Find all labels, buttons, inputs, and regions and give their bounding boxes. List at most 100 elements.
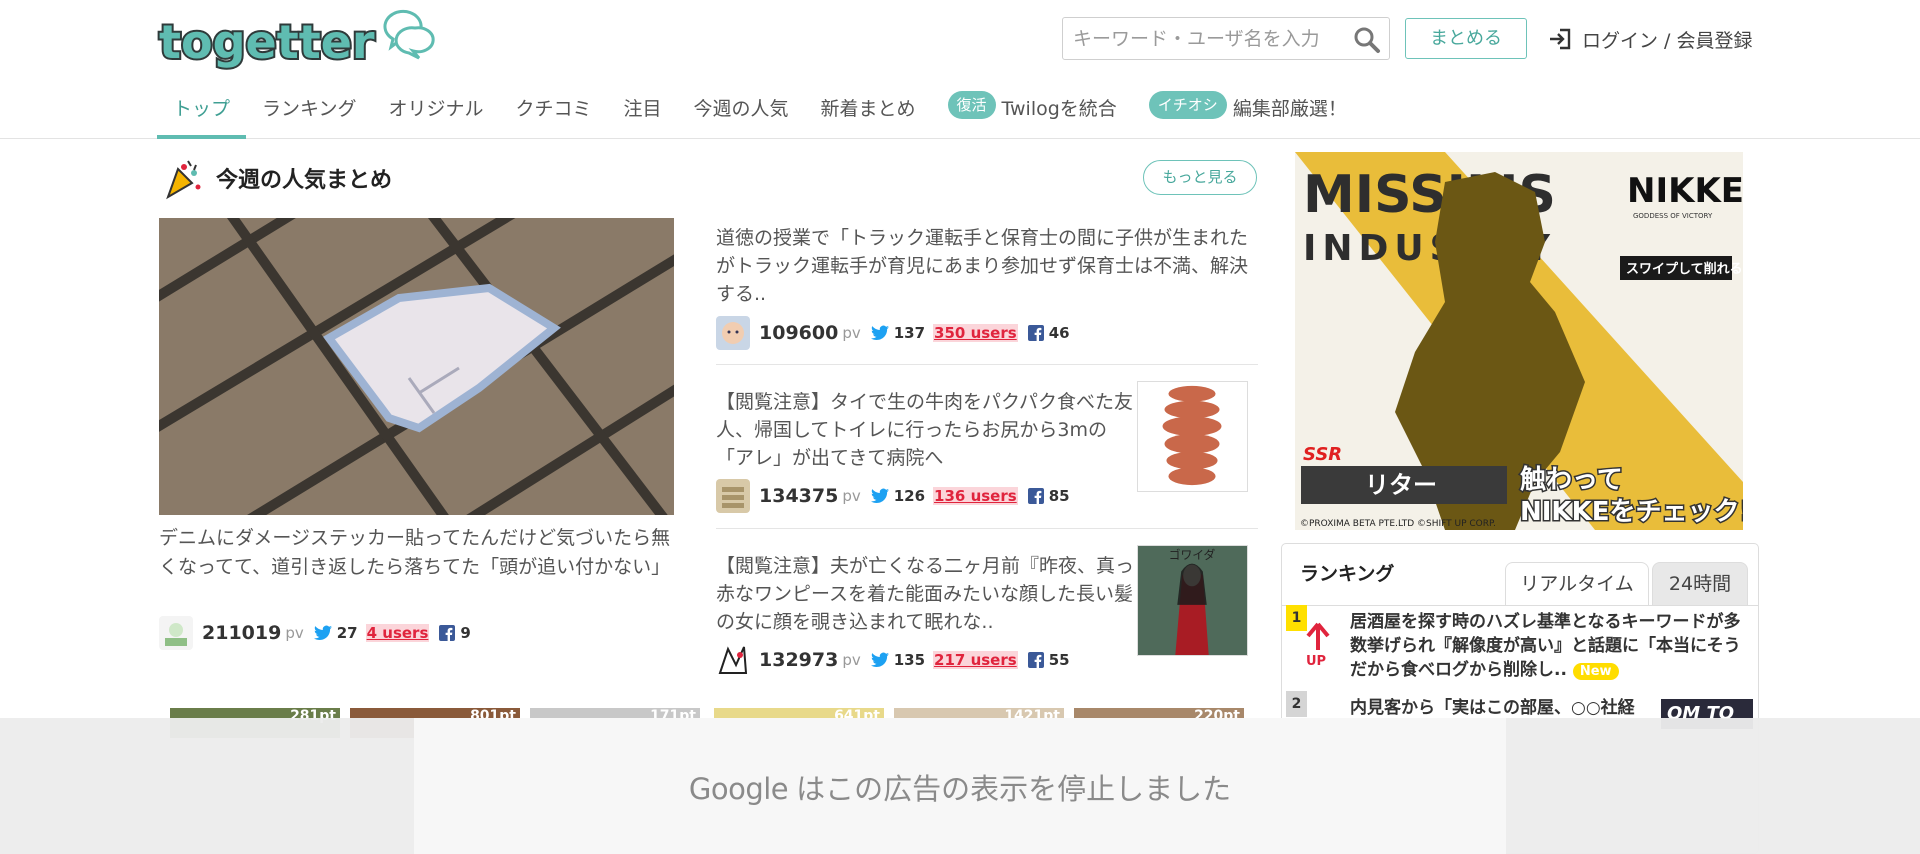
nav-editor-pick[interactable]: イチオシ 編集部厳選！ [1133, 88, 1363, 139]
search-box [1062, 17, 1390, 60]
article-thumbnail[interactable]: ゴワイダ [1137, 545, 1248, 656]
ad-copyright: ©PROXIMA BETA PTE.LTD ©SHIFT UP CORP. [1300, 519, 1496, 529]
pv-count: 109600 [759, 322, 839, 344]
ad-brand-sub: GODDESS OF VICTORY [1633, 212, 1713, 220]
tab-24h[interactable]: 24時間 [1652, 562, 1748, 606]
tweet-count: 135 [893, 651, 926, 669]
tweet-count: 137 [893, 324, 926, 342]
pv-count: 134375 [759, 485, 839, 507]
article-thumbnail[interactable] [1137, 381, 1248, 492]
tweet-count: 126 [893, 487, 926, 505]
user-avatar[interactable] [159, 616, 193, 650]
search-icon[interactable] [1353, 26, 1381, 54]
nikke-ad-banner[interactable]: MISSILIS INDUSTRY NIKKE GODDESS OF VICTO… [1295, 152, 1743, 530]
google-wordmark: Google [688, 772, 789, 806]
trend-up-icon [1306, 622, 1330, 650]
facebook-count: 55 [1048, 651, 1070, 669]
nav-label: 編集部厳選！ [1232, 98, 1347, 120]
pv-label: pv [842, 324, 861, 342]
pv-count: 211019 [202, 622, 282, 644]
ranking-separator [1282, 605, 1758, 606]
article-title[interactable]: 【閲覧注意】タイで生の牛肉をパクパク食べた友人、帰国してトイレに行ったらお尻から… [716, 388, 1138, 472]
nav-label: トップ [173, 98, 231, 120]
thumbnail-text: ゴワイダ [1169, 548, 1216, 562]
facebook-icon [1027, 652, 1044, 668]
facebook-icon [1027, 488, 1044, 504]
ad-stopped-message: Google はこの広告の表示を停止しました [414, 766, 1506, 808]
search-input[interactable] [1063, 18, 1343, 59]
ad-swipe: スワイプして削れる [1626, 261, 1743, 277]
user-avatar[interactable] [716, 643, 750, 677]
ranking-item-text: 居酒屋を探す時のハズレ基準となるキーワードが多数挙げられ『解像度が高い』と話題に… [1350, 612, 1741, 680]
nav-badge: イチオシ [1148, 91, 1227, 119]
hatena-users[interactable]: 350 users [933, 324, 1018, 342]
pv-label: pv [842, 651, 861, 669]
nav-label: 今週の人気 [693, 98, 789, 120]
nav-twilog[interactable]: 復活 Twilogを統合 [932, 88, 1133, 139]
matome-button[interactable]: まとめる [1405, 18, 1527, 59]
twitter-icon [870, 325, 889, 340]
facebook-count: 9 [460, 624, 471, 642]
togetter-logo[interactable]: togetter [157, 8, 442, 72]
article-meta: 109600 pv 137 350 users 46 [716, 316, 1070, 350]
nav-original[interactable]: オリジナル [372, 88, 499, 139]
nav-label: Twilogを統合 [1001, 98, 1117, 120]
article-title[interactable]: 【閲覧注意】夫が亡くなる二ヶ月前『昨夜、真っ赤なワンピースを着た能面みたいな顔し… [716, 552, 1138, 636]
nav-top[interactable]: トップ [157, 88, 247, 139]
speech-bubbles-icon [383, 9, 435, 60]
facebook-count: 46 [1048, 324, 1070, 342]
nav-label: クチコミ [515, 98, 592, 120]
twitter-icon [870, 652, 889, 667]
tab-realtime[interactable]: リアルタイム [1505, 562, 1649, 606]
nav-chumoku[interactable]: 注目 [607, 88, 677, 139]
ad-char-name: リター [1365, 471, 1437, 499]
pv-count: 132973 [759, 649, 839, 671]
ad-cta-2: NIKKEをチェック! [1520, 497, 1743, 527]
hatena-users[interactable]: 217 users [933, 651, 1018, 669]
ad-cta-1: 触わって [1520, 465, 1623, 495]
nav-weekly[interactable]: 今週の人気 [678, 88, 805, 139]
new-badge: New [1572, 663, 1619, 680]
nav-ranking[interactable]: ランキング [246, 88, 372, 139]
main-nav: トップ ランキング オリジナル クチコミ 注目 今週の人気 新着まとめ 復活 Tw… [157, 88, 1363, 139]
login-icon [1550, 28, 1571, 50]
nav-label: 注目 [623, 98, 662, 120]
hatena-users[interactable]: 4 users [365, 624, 430, 642]
ad-rarity: SSR [1303, 444, 1342, 465]
user-avatar[interactable] [716, 316, 750, 350]
ad-brand: NIKKE [1627, 171, 1743, 211]
hatena-users[interactable]: 136 users [933, 487, 1018, 505]
party-popper-icon [166, 160, 201, 200]
divider [716, 364, 1258, 365]
ranking-item-title[interactable]: 居酒屋を探す時のハズレ基準となるキーワードが多数挙げられ『解像度が高い』と話題に… [1350, 610, 1750, 684]
nav-label: ランキング [262, 98, 357, 120]
nav-new[interactable]: 新着まとめ [805, 88, 932, 139]
divider [716, 528, 1258, 529]
rank-number: 2 [1286, 691, 1307, 717]
ad-overlay: Google はこの広告の表示を停止しました [0, 718, 1920, 854]
facebook-icon [439, 625, 456, 641]
tweet-count: 27 [336, 624, 358, 642]
article-meta: 134375 pv 126 136 users 85 [716, 479, 1070, 513]
pv-label: pv [842, 487, 861, 505]
article-title[interactable]: 道徳の授業で「トラック運転手と保育士の間に子供が生まれたがトラック運転手が育児に… [716, 224, 1248, 308]
more-button[interactable]: もっと見る [1143, 160, 1257, 195]
nav-badge: 復活 [947, 91, 996, 119]
logo-text: togetter [159, 15, 375, 69]
trend-label: UP [1306, 654, 1327, 669]
section-title: 今週の人気まとめ [216, 168, 393, 193]
ad-stopped-text: はこの広告の表示を停止しました [796, 772, 1232, 806]
ranking-item-title[interactable]: 内見客から「実はこの部屋、○○社経 [1350, 696, 1650, 720]
featured-meta: 211019 pv 27 4 users 9 [159, 616, 471, 650]
article-meta: 132973 pv 135 217 users 55 [716, 643, 1070, 677]
ranking-title: ランキング [1300, 563, 1395, 585]
login-link[interactable]: ログイン / 会員登録 [1548, 24, 1752, 54]
featured-title[interactable]: デニムにダメージステッカー貼ってたんだけど気づいたら無くなってて、道引き返したら… [159, 524, 685, 582]
nav-label: オリジナル [388, 98, 484, 120]
user-avatar[interactable] [716, 479, 750, 513]
twitter-icon [870, 488, 889, 503]
twitter-icon [313, 625, 332, 640]
login-label: ログイン / 会員登録 [1582, 29, 1753, 52]
nav-kuchikomi[interactable]: クチコミ [499, 88, 607, 139]
featured-image[interactable] [159, 218, 674, 515]
